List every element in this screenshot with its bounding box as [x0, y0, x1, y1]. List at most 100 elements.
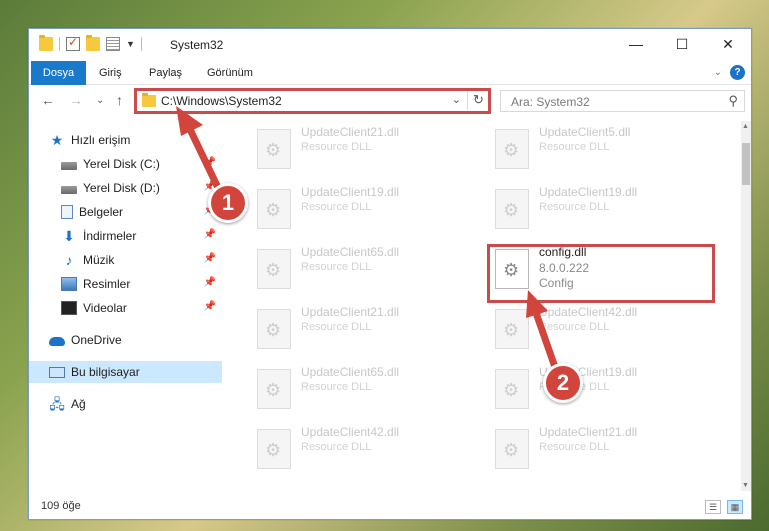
dll-file-icon: [495, 249, 529, 289]
ribbon-controls: ⌄ ?: [714, 65, 745, 80]
window-controls: — ☐ ✕: [613, 29, 751, 59]
pin-icon[interactable]: 📌: [204, 157, 216, 168]
search-icon[interactable]: ⚲: [728, 93, 738, 109]
pin-icon[interactable]: 📌: [204, 253, 216, 264]
folder-icon: [142, 93, 156, 107]
refresh-button[interactable]: ↻: [467, 90, 489, 110]
folder-icon[interactable]: [39, 35, 53, 51]
file-name: UpdateClient21.dll: [539, 425, 638, 439]
status-bar: 109 öğe ☰ ▦: [29, 497, 751, 519]
title-bar: ▼ System32 — ☐ ✕: [29, 29, 751, 61]
downloads-icon: ⬇: [63, 228, 75, 244]
vertical-scrollbar[interactable]: ▲ ▼: [741, 121, 751, 491]
file-type: Resource DLL: [301, 381, 372, 393]
file-name: UpdateClient42.dll: [301, 425, 400, 439]
address-dropdown-icon[interactable]: ⌄: [452, 93, 461, 106]
file-type: Resource DLL: [539, 321, 610, 333]
file-type: Resource DLL: [301, 321, 372, 333]
dll-file-icon: [495, 129, 529, 169]
file-item[interactable]: UpdateClient21.dll Resource DLL: [251, 121, 476, 173]
sidebar-item-label: Yerel Disk (C:): [83, 157, 160, 171]
details-view-icon[interactable]: ☰: [705, 500, 721, 514]
sidebar-item-pictures[interactable]: Resimler 📌: [29, 273, 222, 295]
scroll-down-icon[interactable]: ▼: [742, 482, 749, 489]
sidebar-item-label: Hızlı erişim: [71, 133, 131, 147]
recent-locations-button[interactable]: ⌄: [96, 95, 104, 106]
sidebar-item-downloads[interactable]: ⬇ İndirmeler 📌: [29, 225, 222, 247]
properties-check-icon[interactable]: [66, 35, 80, 51]
file-name: UpdateClient19.dll: [301, 185, 400, 199]
toolbar-divider: [59, 37, 60, 51]
expand-ribbon-icon[interactable]: ⌄: [714, 67, 722, 78]
dll-file-icon: [495, 369, 529, 409]
file-name: config.dll: [539, 245, 587, 259]
minimize-button[interactable]: —: [613, 29, 659, 59]
tab-share[interactable]: Paylaş: [137, 61, 194, 85]
sidebar-item-onedrive[interactable]: OneDrive: [29, 329, 222, 351]
file-list: UpdateClient21.dll Resource DLL UpdateCl…: [225, 121, 742, 491]
file-item[interactable]: UpdateClient19.dll Resource DLL: [489, 181, 714, 233]
pin-icon[interactable]: 📌: [204, 301, 216, 312]
file-item[interactable]: UpdateClient42.dll Resource DLL: [251, 421, 476, 473]
file-description: Config: [539, 276, 574, 290]
file-item-config-dll[interactable]: config.dll 8.0.0.222 Config: [489, 241, 714, 293]
sidebar-item-this-pc[interactable]: Bu bilgisayar: [29, 361, 222, 383]
network-icon: 🖧: [49, 396, 65, 412]
file-item[interactable]: UpdateClient21.dll Resource DLL: [251, 301, 476, 353]
close-button[interactable]: ✕: [705, 29, 751, 59]
search-placeholder[interactable]: Ara: System32: [511, 95, 590, 109]
dll-file-icon: [495, 189, 529, 229]
tab-file[interactable]: Dosya: [31, 61, 86, 85]
file-item[interactable]: UpdateClient5.dll Resource DLL: [489, 121, 714, 173]
file-name: UpdateClient42.dll: [539, 305, 638, 319]
sidebar-item-label: Müzik: [83, 253, 115, 267]
sidebar-item-music[interactable]: ♪ Müzik 📌: [29, 249, 222, 271]
file-item[interactable]: UpdateClient19.dll Resource DLL: [251, 181, 476, 233]
file-item[interactable]: UpdateClient65.dll Resource DLL: [251, 361, 476, 413]
pin-icon[interactable]: 📌: [204, 229, 216, 240]
sidebar-item-network[interactable]: 🖧 Ağ: [29, 393, 222, 415]
maximize-button[interactable]: ☐: [659, 29, 705, 59]
scroll-up-icon[interactable]: ▲: [742, 123, 749, 130]
forward-button[interactable]: →: [69, 92, 83, 108]
search-box[interactable]: Ara: System32 ⚲: [500, 90, 745, 112]
file-type: Resource DLL: [301, 141, 372, 153]
file-type: Resource DLL: [301, 261, 372, 273]
customize-toolbar-icon[interactable]: [106, 37, 120, 51]
sidebar-item-disk-c[interactable]: Yerel Disk (C:) 📌: [29, 153, 222, 175]
pin-icon[interactable]: 📌: [204, 277, 216, 288]
window-title: System32: [170, 38, 224, 52]
file-item[interactable]: UpdateClient42.dll Resource DLL: [489, 301, 714, 353]
sidebar-item-label: Resimler: [83, 277, 131, 291]
sidebar-item-quick-access[interactable]: ★ Hızlı erişim: [29, 129, 222, 151]
file-name: UpdateClient65.dll: [301, 365, 400, 379]
sidebar-item-label: Bu bilgisayar: [71, 365, 140, 379]
step-2-badge: 2: [543, 363, 583, 403]
ribbon-tabs: Dosya Giriş Paylaş Görünüm ⌄ ?: [29, 61, 751, 85]
new-folder-icon[interactable]: [86, 35, 100, 51]
tiles-view-icon[interactable]: ▦: [727, 500, 743, 514]
file-item[interactable]: UpdateClient65.dll Resource DLL: [251, 241, 476, 293]
file-type: Resource DLL: [539, 201, 610, 213]
documents-icon: [61, 205, 73, 219]
qat-dropdown-icon[interactable]: ▼: [126, 39, 135, 49]
tab-home[interactable]: Giriş: [87, 61, 134, 85]
sidebar-item-label: Belgeler: [79, 205, 124, 219]
view-switcher: ☰ ▦: [705, 500, 743, 514]
back-button[interactable]: ←: [41, 92, 55, 108]
sidebar-item-label: Ağ: [71, 397, 86, 411]
file-item[interactable]: UpdateClient21.dll Resource DLL: [489, 421, 714, 473]
help-icon[interactable]: ?: [730, 65, 745, 80]
sidebar-item-label: OneDrive: [71, 333, 122, 347]
sidebar-item-disk-d[interactable]: Yerel Disk (D:) 📌: [29, 177, 222, 199]
scrollbar-thumb[interactable]: [742, 143, 750, 185]
sidebar-item-videos[interactable]: Videolar 📌: [29, 297, 222, 319]
tab-view[interactable]: Görünüm: [195, 61, 265, 85]
dll-file-icon: [257, 429, 291, 469]
address-bar[interactable]: C:\Windows\System32 ⌄: [135, 89, 490, 113]
file-name: UpdateClient21.dll: [301, 305, 400, 319]
sidebar-item-documents[interactable]: Belgeler 📌: [29, 201, 222, 223]
address-path[interactable]: C:\Windows\System32: [161, 94, 282, 108]
file-item[interactable]: UpdateClient19.dll Resource DLL: [489, 361, 714, 413]
up-button[interactable]: ↑: [116, 92, 123, 108]
